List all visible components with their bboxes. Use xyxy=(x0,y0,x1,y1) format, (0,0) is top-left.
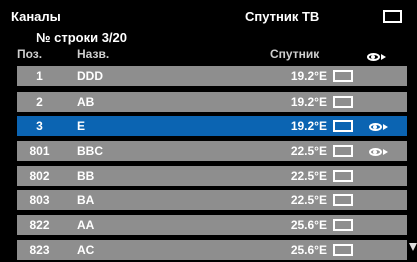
tv-frame-icon xyxy=(383,10,402,23)
favorite-icon xyxy=(369,122,389,132)
channel-satellite: 19.2°E xyxy=(290,119,327,133)
header-bar: Каналы Спутник ТВ xyxy=(0,0,417,28)
channel-position: 803 xyxy=(29,193,50,207)
satellite-box-icon xyxy=(333,219,353,231)
row-counter: № строки 3/20 xyxy=(36,30,127,45)
favorite-icon xyxy=(369,147,389,157)
scroll-down-icon[interactable] xyxy=(409,243,417,251)
channel-position: 822 xyxy=(29,218,50,232)
favorite-slot xyxy=(369,146,389,160)
channel-name: E xyxy=(77,119,86,133)
channel-row[interactable]: 803 BA 22.5°E xyxy=(17,190,407,210)
channel-row[interactable]: 1 DDD 19.2°E xyxy=(17,66,407,86)
channel-name: BB xyxy=(77,169,95,183)
channel-position: 801 xyxy=(29,144,50,158)
channel-row[interactable]: 823 AC 25.6°E xyxy=(17,240,407,260)
channel-position: 802 xyxy=(29,169,50,183)
channel-name: AB xyxy=(77,95,95,109)
satellite-box-icon xyxy=(333,244,353,256)
channel-name: BA xyxy=(77,193,95,207)
channel-name: BBC xyxy=(77,144,103,158)
channel-position: 2 xyxy=(36,95,43,109)
channel-satellite: 22.5°E xyxy=(290,169,327,183)
channel-satellite: 19.2°E xyxy=(290,69,327,83)
channel-name: DDD xyxy=(77,69,103,83)
column-header-name: Назв. xyxy=(77,47,110,61)
satellite-box-icon xyxy=(333,96,353,108)
satellite-box-icon xyxy=(333,145,353,157)
channel-row[interactable]: 822 AA 25.6°E xyxy=(17,215,407,235)
favorite-slot xyxy=(369,121,389,135)
channel-position: 823 xyxy=(29,243,50,257)
page-title: Каналы xyxy=(11,9,61,24)
channel-row[interactable]: 2 AB 19.2°E xyxy=(17,92,407,112)
channel-name: AA xyxy=(77,218,95,232)
channel-position: 3 xyxy=(36,119,43,133)
channel-row[interactable]: 3 E 19.2°E xyxy=(17,116,407,136)
channel-satellite: 22.5°E xyxy=(290,193,327,207)
channel-name: AC xyxy=(77,243,95,257)
satellite-box-icon xyxy=(333,120,353,132)
channel-row[interactable]: 802 BB 22.5°E xyxy=(17,166,407,186)
satellite-box-icon xyxy=(333,194,353,206)
channel-satellite: 19.2°E xyxy=(290,95,327,109)
favorite-icon xyxy=(367,52,387,62)
satellite-box-icon xyxy=(333,170,353,182)
channel-satellite: 25.6°E xyxy=(290,218,327,232)
channel-satellite: 25.6°E xyxy=(290,243,327,257)
column-header-satellite: Спутник xyxy=(270,47,320,61)
channel-satellite: 22.5°E xyxy=(290,144,327,158)
column-header-position: Поз. xyxy=(17,47,43,61)
mode-label: Спутник ТВ xyxy=(245,9,320,24)
channel-row[interactable]: 801 BBC 22.5°E xyxy=(17,141,407,161)
satellite-box-icon xyxy=(333,70,353,82)
channel-position: 1 xyxy=(36,69,43,83)
column-header-favorite xyxy=(367,51,387,67)
